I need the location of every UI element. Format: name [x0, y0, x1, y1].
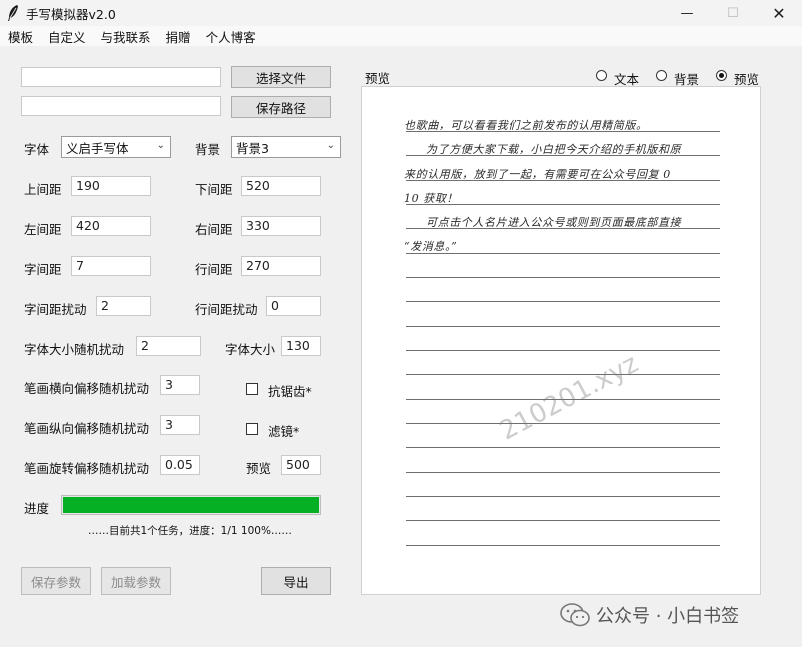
ruled-line: [406, 277, 720, 278]
font-select[interactable]: 义启手写体 ⌄: [61, 136, 171, 158]
feather-icon: [8, 5, 18, 21]
chevron-down-icon: ⌄: [156, 140, 165, 151]
menu-blog[interactable]: 个人博客: [206, 27, 256, 46]
wechat-brand-text: 公众号 · 小白书签: [596, 606, 740, 627]
antialias-checkbox[interactable]: [246, 383, 258, 395]
ruled-line: [406, 204, 720, 205]
ruled-line: [406, 228, 720, 229]
progress-status: ……目前共1个任务，进度：1/1 100%……: [88, 525, 292, 537]
ruled-line: [406, 520, 720, 521]
stroke-v-jitter-label: 笔画纵向偏移随机扰动: [24, 421, 150, 436]
mode-preview-radio[interactable]: [716, 70, 727, 81]
char-spacing-input[interactable]: 7: [71, 256, 151, 276]
font-label: 字体: [24, 142, 50, 157]
file-path-input[interactable]: [21, 67, 221, 87]
ruled-line: [406, 472, 720, 473]
close-button[interactable]: ✕: [756, 0, 802, 26]
right-margin-input[interactable]: 330: [241, 216, 321, 236]
ruled-line: [406, 155, 720, 156]
ruled-line: [406, 496, 720, 497]
export-button[interactable]: 导出: [261, 567, 331, 595]
right-margin-label: 右间距: [195, 222, 233, 237]
menu-contact[interactable]: 与我联系: [101, 27, 151, 46]
minimize-button[interactable]: —: [664, 0, 710, 26]
background-select[interactable]: 背景3 ⌄: [231, 136, 341, 158]
line-spacing-label: 行间距: [195, 262, 233, 277]
top-margin-label: 上间距: [24, 182, 62, 197]
ruled-line: [406, 326, 720, 327]
save-path-button[interactable]: 保存路径: [231, 96, 331, 118]
progress-label: 进度: [24, 501, 50, 516]
ruled-line: [406, 447, 720, 448]
background-select-value: 背景3: [236, 140, 269, 156]
left-margin-input[interactable]: 420: [71, 216, 151, 236]
ruled-line: [406, 423, 720, 424]
save-params-button[interactable]: 保存参数: [21, 567, 91, 595]
preview-size-input[interactable]: 500: [281, 455, 321, 475]
stroke-h-jitter-label: 笔画横向偏移随机扰动: [24, 381, 150, 396]
char-spacing-jitter-label: 字间距扰动: [24, 302, 87, 317]
stroke-rot-jitter-label: 笔画旋转偏移随机扰动: [24, 461, 150, 476]
font-size-jitter-input[interactable]: 2: [136, 336, 201, 356]
chevron-down-icon: ⌄: [326, 140, 335, 151]
preview-canvas: 也歌曲，可以看看我们之前发布的认用精简版。 为了方便大家下载，小白把今天介绍的手…: [361, 86, 761, 595]
wechat-brand: 公众号 · 小白书签: [560, 600, 739, 630]
bottom-margin-label: 下间距: [195, 182, 233, 197]
menu-donate[interactable]: 捐赠: [166, 27, 191, 46]
top-margin-input[interactable]: 190: [71, 176, 151, 196]
char-spacing-jitter-input[interactable]: 2: [96, 296, 151, 316]
wechat-icon: [560, 603, 590, 627]
menu-bar: 模板 自定义 与我联系 捐赠 个人博客: [0, 26, 802, 46]
font-size-input[interactable]: 130: [281, 336, 321, 356]
window-title: 手写模拟器v2.0: [26, 7, 116, 22]
ruled-line: [406, 131, 720, 132]
maximize-button[interactable]: ☐: [710, 0, 756, 26]
ruled-line: [406, 545, 720, 546]
char-spacing-label: 字间距: [24, 262, 62, 277]
progress-bar: [61, 495, 321, 515]
ruled-line: [406, 350, 720, 351]
left-margin-label: 左间距: [24, 222, 62, 237]
background-label: 背景: [195, 142, 221, 157]
font-size-jitter-label: 字体大小随机扰动: [24, 342, 125, 357]
ruled-line: [406, 301, 720, 302]
stroke-v-jitter-input[interactable]: 3: [160, 415, 200, 435]
load-params-button[interactable]: 加载参数: [101, 567, 171, 595]
ruled-line: [406, 374, 720, 375]
font-select-value: 义启手写体: [66, 140, 129, 156]
antialias-label: 抗锯齿*: [268, 384, 312, 399]
bottom-margin-input[interactable]: 520: [241, 176, 321, 196]
preview-size-label: 预览: [246, 461, 272, 476]
mode-background-radio[interactable]: [656, 70, 667, 81]
menu-custom[interactable]: 自定义: [48, 27, 86, 46]
stroke-rot-jitter-input[interactable]: 0.05: [160, 455, 200, 475]
line-spacing-jitter-label: 行间距扰动: [195, 302, 258, 317]
line-spacing-jitter-input[interactable]: 0: [266, 296, 321, 316]
menu-template[interactable]: 模板: [8, 27, 33, 46]
ruled-line: [406, 253, 720, 254]
handwriting-line: “发消息。”: [404, 240, 458, 253]
font-size-label: 字体大小: [225, 342, 276, 357]
save-path-input[interactable]: [21, 96, 221, 116]
filter-checkbox[interactable]: [246, 423, 258, 435]
filter-label: 滤镜*: [268, 424, 300, 439]
line-spacing-input[interactable]: 270: [241, 256, 321, 276]
choose-file-button[interactable]: 选择文件: [231, 66, 331, 88]
preview-label: 预览: [365, 71, 391, 86]
progress-fill: [63, 497, 319, 513]
stroke-h-jitter-input[interactable]: 3: [160, 375, 200, 395]
mode-text-radio[interactable]: [596, 70, 607, 81]
ruled-line: [406, 180, 720, 181]
